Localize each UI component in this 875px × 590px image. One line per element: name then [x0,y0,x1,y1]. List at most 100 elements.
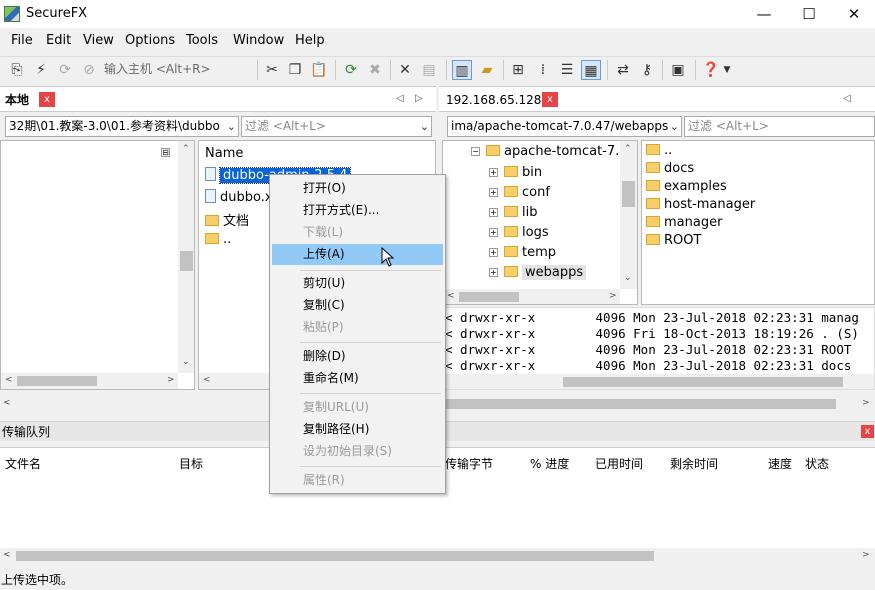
tree-item-selected[interactable]: + webapps [489,265,587,280]
maximize-button[interactable]: ☐ [786,0,832,28]
tree-item[interactable]: + lib [489,205,537,220]
column-header-filename[interactable]: 文件名 [5,455,41,472]
small-icons-icon[interactable]: ⁞ [533,60,553,80]
close-icon[interactable]: x [39,92,55,107]
close-button[interactable]: ✕ [831,0,875,28]
scroll-right-icon[interactable]: > [862,550,870,560]
menu-window[interactable]: Window [233,33,284,48]
remote-path-combo[interactable]: ima/apache-tomcat-7.0.47/webapps ⌄ [447,116,682,137]
menu-item-copy-path[interactable]: 复制路径(H) [272,419,443,440]
stop-icon[interactable]: ✖ [365,60,385,80]
scroll-up-icon[interactable]: ⌃ [182,144,190,154]
menu-item-rename[interactable]: 重命名(M) [272,368,443,389]
tree-item[interactable]: + temp [489,245,556,260]
minimize-button[interactable]: — [741,0,787,28]
cut-icon[interactable]: ✂ [262,60,282,80]
collapse-icon[interactable]: − [471,147,480,156]
tab-remote[interactable]: 192.168.65.128 [441,89,547,111]
help-icon[interactable]: ❓ [701,60,721,80]
menu-item-copy-url[interactable]: 复制URL(U) [272,397,443,418]
tree-item[interactable]: + conf [489,185,550,200]
list-item[interactable]: docs [646,161,694,176]
menu-tools[interactable]: Tools [186,33,218,48]
scroll-down-icon[interactable]: ⌄ [182,357,190,367]
tab-left-arrow-icon[interactable]: ◁ [396,93,404,104]
connect-icon[interactable]: ⎘ [7,60,27,80]
menu-item-upload[interactable]: 上传(A) [272,244,443,265]
expand-icon[interactable]: + [489,228,498,237]
scroll-left-icon[interactable]: < [5,375,13,385]
remote-tree-hscroll[interactable]: < > [443,289,620,304]
menu-item-paste[interactable]: 粘贴(P) [272,317,443,338]
menu-view[interactable]: View [83,33,114,48]
queue-hscroll[interactable]: < > [0,548,875,564]
expand-icon[interactable]: + [489,208,498,217]
menu-help[interactable]: Help [295,33,325,48]
quick-connect-input[interactable]: 输入主机 <Alt+R> [104,60,254,78]
tab-local[interactable]: 本地 [0,89,35,111]
menu-item-properties[interactable]: 属性(R) [272,470,443,491]
tree-view-icon[interactable]: ▥ [452,60,472,80]
remote-tree-pane[interactable]: − apache-tomcat-7.0.4 + bin + conf + lib + lo… [442,140,638,305]
disconnect-icon[interactable]: ⊘ [79,60,99,80]
expand-icon[interactable]: + [489,168,498,177]
reconnect-icon[interactable]: ⟳ [55,60,75,80]
local-path-combo[interactable]: 32期\01.教案-3.0\01.参考资料\dubbo ⌄ [5,116,239,137]
expand-icon[interactable]: + [489,188,498,197]
menu-item-open[interactable]: 打开(O) [272,178,443,199]
list-item[interactable]: examples [646,179,727,194]
chevron-down-icon[interactable]: ⌄ [420,117,429,136]
local-tree-vscroll[interactable]: ⌃ ⌄ [178,141,194,373]
tab-left-arrow-icon[interactable]: ◁ [843,93,851,104]
key-icon[interactable]: ⚷ [637,60,657,80]
scroll-left-icon[interactable]: < [203,375,211,385]
menu-item-delete[interactable]: 删除(D) [272,346,443,367]
menu-item-open-with[interactable]: 打开方式(E)... [272,200,443,221]
column-header-status[interactable]: 状态 [805,455,829,472]
new-folder-icon[interactable]: ▰ [477,60,497,80]
tree-item[interactable]: + bin [489,165,542,180]
menu-item-download[interactable]: 下载(L) [272,222,443,243]
list-item[interactable]: .. [205,232,231,247]
list-view-icon[interactable]: ☰ [557,60,577,80]
scroll-left-icon[interactable]: < [447,291,455,301]
column-header-bytes[interactable]: 传输字节 [445,455,493,472]
menu-item-cut[interactable]: 剪切(U) [272,273,443,294]
close-icon[interactable]: x [542,92,558,107]
list-item[interactable]: host-manager [646,197,755,212]
details-view-icon[interactable]: ▦ [581,60,601,80]
scroll-left-icon[interactable]: < [3,550,11,560]
copy-icon[interactable]: ❐ [285,60,305,80]
chevron-down-icon[interactable]: ⌄ [227,117,236,136]
remote-filter-input[interactable]: 过滤 <Alt+L> [684,116,875,137]
column-header-name[interactable]: Name [205,146,243,161]
local-filter-input[interactable]: 过滤 <Alt+L> ⌄ [241,116,432,137]
remote-file-list[interactable]: .. docs examples host-manager manager RO… [641,140,875,305]
delete-icon[interactable]: ✕ [395,60,415,80]
menu-file[interactable]: File [11,33,33,48]
expand-icon[interactable]: ⊟ [161,148,170,157]
menu-options[interactable]: Options [125,33,175,48]
log-hscroll[interactable] [443,374,874,389]
local-tree-pane[interactable]: ⊟ ⌃ ⌄ < > [0,140,195,390]
tab-right-arrow-icon[interactable]: ▷ [415,93,423,104]
scroll-right-icon[interactable]: > [862,398,870,408]
scroll-right-icon[interactable]: > [609,291,617,301]
remote-tree-vscroll[interactable]: ⌃ ⌄ [620,141,637,289]
queue-icon[interactable]: ▣ [668,60,688,80]
expand-icon[interactable]: + [489,268,498,277]
local-tree-hscroll[interactable]: < > [1,373,178,389]
list-item[interactable]: dubbo.x [205,189,273,205]
scroll-right-icon[interactable]: > [167,375,175,385]
expand-icon[interactable]: + [489,248,498,257]
chevron-down-icon[interactable]: ⌄ [670,117,679,136]
paste-icon[interactable]: 📋 [309,60,329,80]
column-header-elapsed[interactable]: 已用时间 [595,455,643,472]
column-header-progress[interactable]: % 进度 [530,455,569,472]
menu-item-set-initial-dir[interactable]: 设为初始目录(S) [272,441,443,462]
column-header-target[interactable]: 目标 [179,455,203,472]
quick-connect-icon[interactable]: ⚡ [31,60,51,80]
list-item[interactable]: manager [646,215,722,230]
list-item[interactable]: ROOT [646,233,701,248]
close-icon[interactable]: x [861,425,874,438]
